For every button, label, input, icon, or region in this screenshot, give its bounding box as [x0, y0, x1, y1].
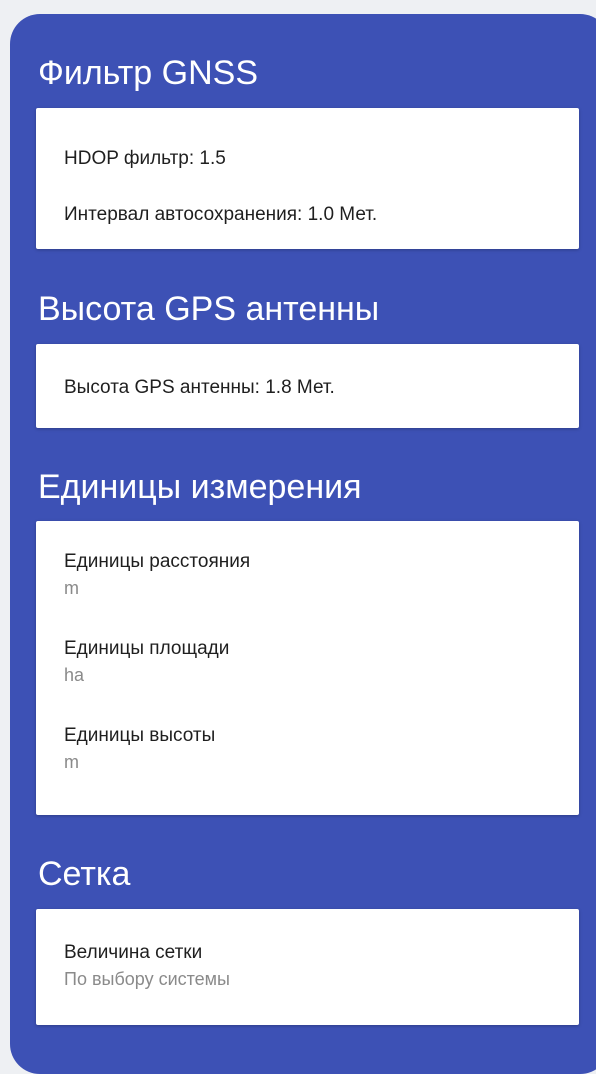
section-header-gnss-filter: Фильтр GNSS — [38, 54, 259, 92]
hdop-filter-setting[interactable]: HDOP фильтр: 1.5 — [64, 148, 226, 170]
autosave-interval-setting[interactable]: Интервал автосохранения: 1.0 Мет. — [64, 204, 377, 226]
section-header-grid: Сетка — [38, 855, 131, 893]
height-units-value: m — [64, 752, 79, 772]
height-units-setting[interactable]: Единицы высоты m — [64, 725, 215, 773]
settings-panel: Фильтр GNSS HDOP фильтр: 1.5 Интервал ав… — [10, 14, 596, 1074]
card-grid: Величина сетки По выбору системы — [36, 909, 579, 1025]
section-header-gps-antenna: Высота GPS антенны — [38, 290, 380, 328]
card-gnss-filter: HDOP фильтр: 1.5 Интервал автосохранения… — [36, 108, 579, 249]
distance-units-value: m — [64, 578, 79, 598]
grid-size-value: По выбору системы — [64, 969, 230, 989]
area-units-value: ha — [64, 665, 85, 685]
card-units: Единицы расстояния m Единицы площади ha … — [36, 521, 579, 815]
area-units-setting[interactable]: Единицы площади ha — [64, 638, 229, 686]
section-header-units: Единицы измерения — [38, 468, 362, 506]
grid-size-title: Величина сетки — [64, 942, 203, 963]
distance-units-title: Единицы расстояния — [64, 551, 251, 572]
area-units-title: Единицы площади — [64, 638, 230, 659]
card-gps-antenna: Высота GPS антенны: 1.8 Мет. — [36, 344, 579, 428]
height-units-title: Единицы высоты — [64, 725, 216, 746]
grid-size-setting[interactable]: Величина сетки По выбору системы — [64, 942, 230, 990]
distance-units-setting[interactable]: Единицы расстояния m — [64, 551, 250, 599]
antenna-height-setting[interactable]: Высота GPS антенны: 1.8 Мет. — [64, 377, 335, 399]
